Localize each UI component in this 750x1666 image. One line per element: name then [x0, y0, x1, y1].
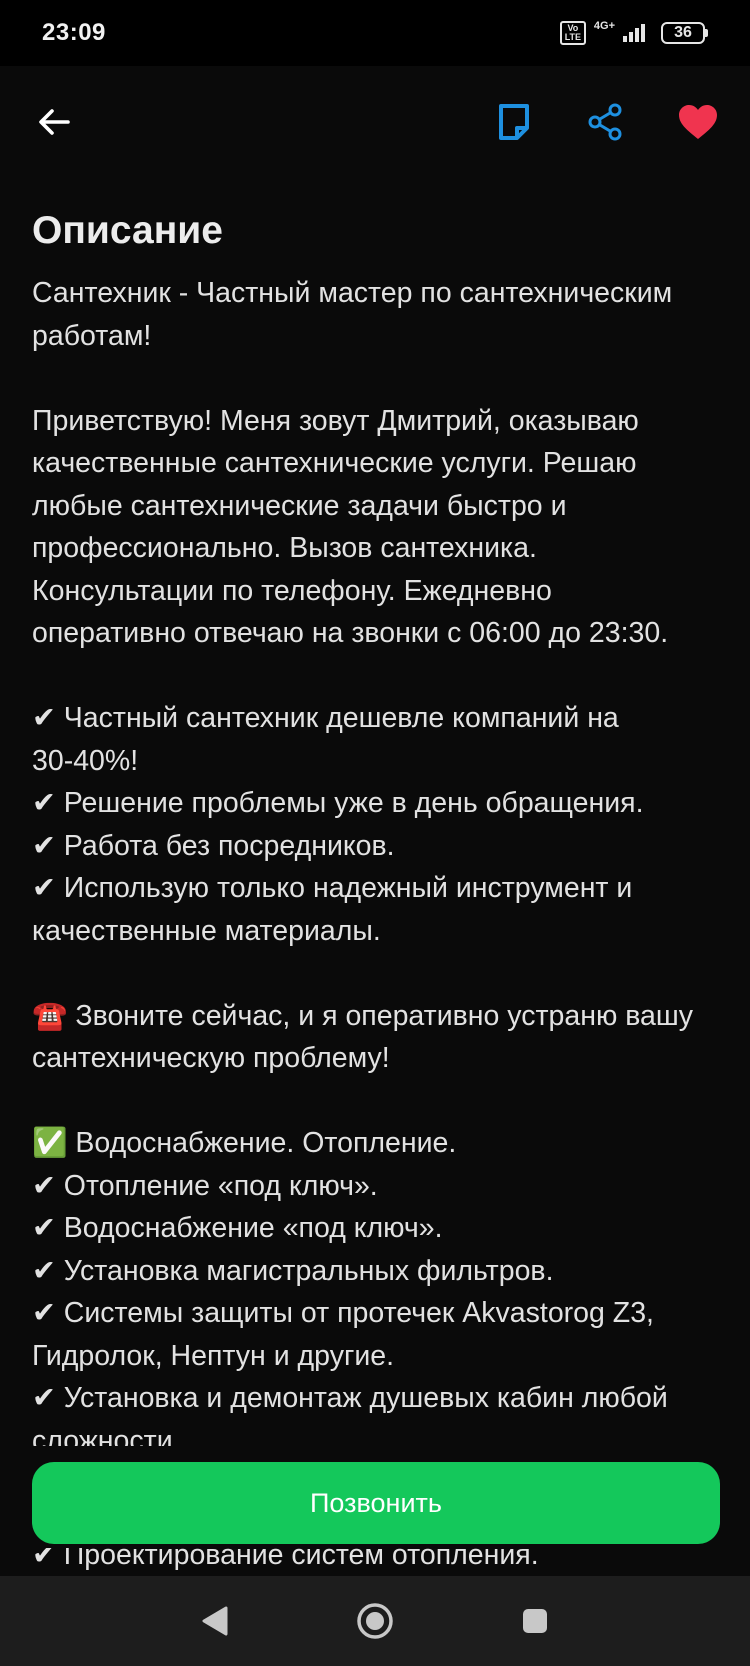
signal-icon [623, 24, 645, 42]
nav-home-button[interactable] [345, 1591, 405, 1651]
description-line: ✔ Установка магистральных фильтров. [32, 1254, 554, 1287]
note-button[interactable] [486, 94, 542, 150]
description-line: Гидролок, Нептун и другие. [32, 1339, 395, 1372]
back-button[interactable] [26, 94, 82, 150]
call-button[interactable]: Позвонить [32, 1462, 720, 1544]
description-line: ✔ Использую только надежный инструмент и [32, 872, 633, 904]
description-line: качественные материалы. [32, 914, 381, 947]
screen: 23:09 Vo LTE 4G+ 36 Описание Сантехник -… [0, 0, 750, 1666]
description-line: оперативно отвечаю на звонки с 06:00 до … [32, 617, 669, 649]
description-line: профессионально. Вызов сантехника. [32, 532, 537, 564]
nav-back-button[interactable] [185, 1591, 245, 1651]
description-line: ☎️ Звоните сейчас, и я оперативно устран… [32, 999, 694, 1032]
description-line: Приветствую! Меня зовут Дмитрий, оказыва… [32, 404, 639, 437]
page-title: Описание [32, 209, 223, 252]
description-line: работам! [32, 319, 152, 352]
status-time: 23:09 [42, 19, 106, 46]
description-line: сантехническую проблему! [32, 1042, 390, 1074]
arrow-left-icon [39, 109, 70, 135]
note-icon [499, 104, 529, 140]
description-line: ✔ Частный сантехник дешевле компаний на [32, 702, 619, 734]
network-type: 4G+ [593, 19, 615, 32]
description-line: ✔ Проектирование систем отопления. [32, 1548, 539, 1571]
square-recents-icon [523, 1609, 547, 1633]
nav-recents-button[interactable] [505, 1591, 565, 1651]
triangle-back-icon [202, 1606, 228, 1636]
heart-icon [679, 105, 717, 139]
description-line: ✔ Системы защиты от протечек Akvastorog … [32, 1297, 654, 1329]
description-line: ✔ Установка и демонтаж душевых кабин люб… [32, 1382, 668, 1414]
description-peek: ✔ Проектирование систем отопления. [32, 1548, 722, 1574]
description-line: ✔ Решение проблемы уже в день обращения. [32, 787, 644, 819]
navigation-bar [0, 1576, 750, 1666]
volte-icon: Vo LTE [559, 21, 586, 45]
description-line: ✅ Водоснабжение. Отопление. [32, 1127, 457, 1159]
share-button[interactable] [577, 94, 633, 150]
description-line: Консультации по телефону. Ежедневно [32, 574, 552, 607]
description-line: сложности. [32, 1424, 181, 1447]
description-line: качественные сантехнические услуги. Реша… [32, 447, 637, 479]
description-section: Описание Сантехник - Частный мастер по с… [32, 196, 722, 1446]
description-line: 30-40%! [32, 744, 139, 777]
description-line: ✔ Работа без посредников. [32, 829, 395, 862]
share-icon [588, 103, 622, 141]
app-bar [0, 66, 750, 178]
circle-home-icon [357, 1603, 393, 1639]
description-text: Сантехник - Частный мастер по сантехниче… [32, 272, 722, 1446]
description-line: ✔ Водоснабжение «под ключ». [32, 1212, 443, 1244]
description-line: любые сантехнические задачи быстро и [32, 489, 567, 522]
battery-level: 36 [661, 22, 705, 44]
status-icons: Vo LTE 4G+ 36 [559, 19, 708, 46]
battery-icon: 36 [661, 22, 708, 44]
description-line: Сантехник - Частный мастер по сантехниче… [32, 277, 673, 309]
favorite-button[interactable] [670, 94, 726, 150]
status-bar: 23:09 Vo LTE 4G+ 36 [0, 0, 750, 66]
description-line: ✔ Отопление «под ключ». [32, 1169, 378, 1202]
